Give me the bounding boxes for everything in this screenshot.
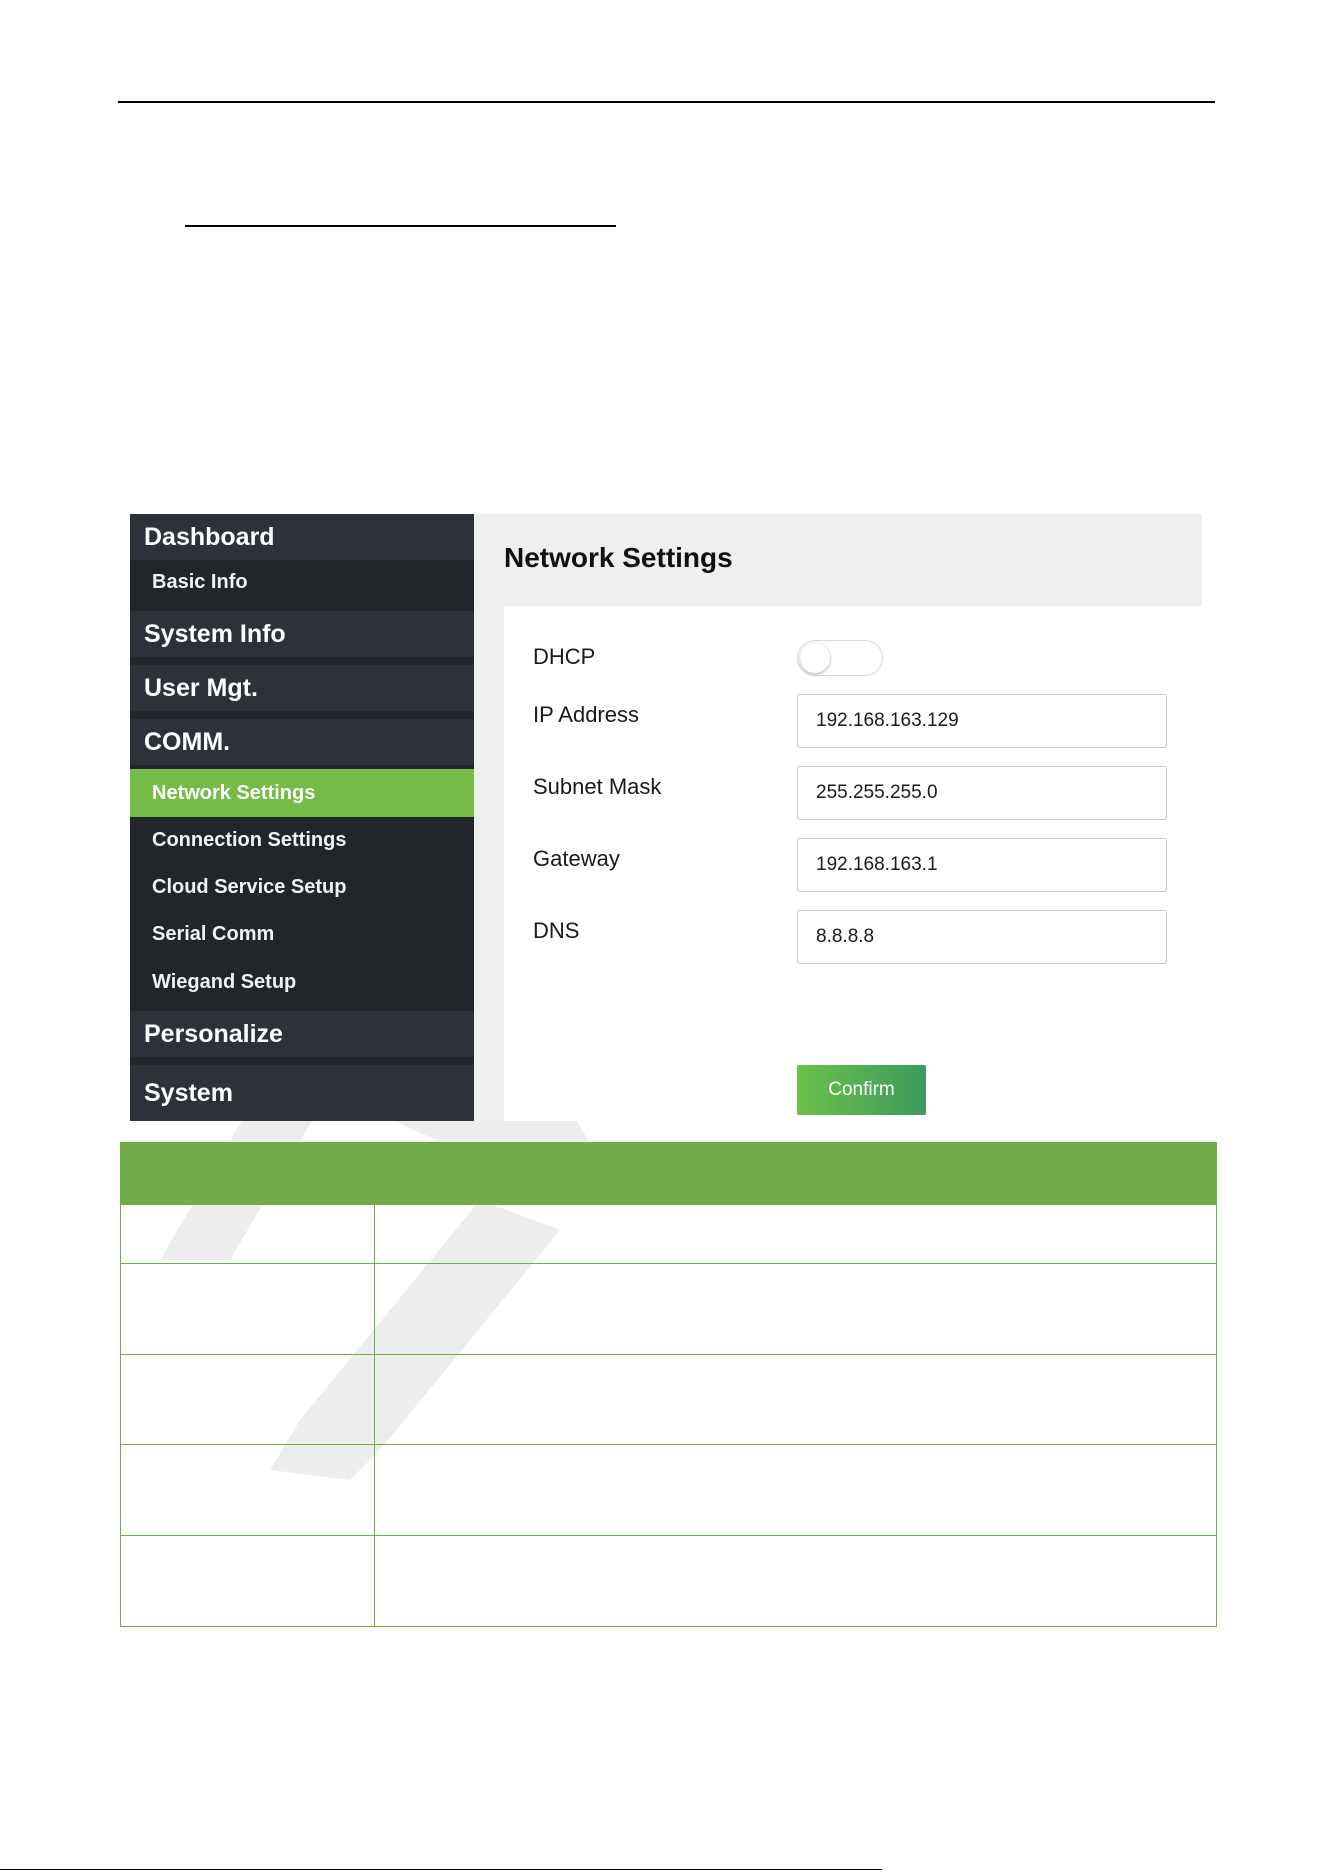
- table-row: [120, 1535, 1217, 1627]
- gateway-label: Gateway: [533, 846, 620, 871]
- sidebar-item-wiegand-setup[interactable]: Wiegand Setup: [130, 960, 474, 1004]
- dns-label: DNS: [533, 918, 580, 943]
- table-cell: [374, 1535, 1217, 1627]
- table-cell: [120, 1354, 375, 1445]
- sidebar-item-system-info[interactable]: System Info: [130, 611, 474, 657]
- ip-address-label: IP Address: [533, 702, 639, 727]
- table-cell: [120, 1204, 375, 1264]
- table-row: [120, 1263, 1217, 1355]
- heading-underline: [185, 225, 616, 227]
- gateway-input[interactable]: [797, 838, 1167, 892]
- network-settings-form: DHCP IP Address Subnet Mask Gateway DNS …: [504, 606, 1202, 1121]
- dns-input[interactable]: [797, 910, 1167, 964]
- sidebar-item-user-mgt[interactable]: User Mgt.: [130, 665, 474, 711]
- table-cell: [120, 1263, 375, 1355]
- table-cell: [374, 1204, 1217, 1264]
- sidebar-item-dashboard[interactable]: Dashboard: [130, 514, 474, 560]
- table-header-cell: [374, 1142, 1217, 1205]
- dhcp-label: DHCP: [533, 644, 596, 669]
- dhcp-toggle-knob: [800, 643, 830, 673]
- table-cell: [374, 1263, 1217, 1355]
- table-header-cell: [120, 1142, 375, 1205]
- table-row: [120, 1354, 1217, 1445]
- sidebar-item-network-settings[interactable]: Network Settings: [130, 769, 474, 817]
- subnet-mask-label: Subnet Mask: [533, 774, 662, 799]
- table-cell: [374, 1444, 1217, 1536]
- subnet-mask-input[interactable]: [797, 766, 1167, 820]
- sidebar-item-connection-settings[interactable]: Connection Settings: [130, 818, 474, 862]
- dhcp-toggle[interactable]: [797, 640, 883, 676]
- ip-address-input[interactable]: [797, 694, 1167, 748]
- screenshot-panel: Dashboard Basic Info System Info User Mg…: [130, 514, 1202, 1121]
- sidebar-item-comm[interactable]: COMM.: [130, 719, 474, 765]
- table-header-row: [120, 1142, 1217, 1205]
- main-header: Network Settings: [474, 514, 1202, 602]
- top-rule: [118, 101, 1215, 103]
- table-cell: [120, 1444, 375, 1536]
- table-cell: [374, 1354, 1217, 1445]
- sidebar-item-basic-info[interactable]: Basic Info: [130, 560, 474, 604]
- sidebar-item-serial-comm[interactable]: Serial Comm: [130, 912, 474, 956]
- sidebar: Dashboard Basic Info System Info User Mg…: [130, 514, 474, 1121]
- sidebar-item-system[interactable]: System: [130, 1065, 474, 1121]
- page-title: Network Settings: [504, 542, 733, 573]
- sidebar-item-cloud-service-setup[interactable]: Cloud Service Setup: [130, 865, 474, 909]
- table-row: [120, 1204, 1217, 1264]
- description-table: [120, 1142, 1217, 1627]
- bottom-rule: [0, 1869, 882, 1870]
- table-cell: [120, 1535, 375, 1627]
- confirm-button[interactable]: Confirm: [797, 1065, 926, 1115]
- sidebar-item-personalize[interactable]: Personalize: [130, 1011, 474, 1057]
- main-area: Network Settings DHCP IP Address Subnet …: [474, 514, 1202, 1121]
- table-row: [120, 1444, 1217, 1536]
